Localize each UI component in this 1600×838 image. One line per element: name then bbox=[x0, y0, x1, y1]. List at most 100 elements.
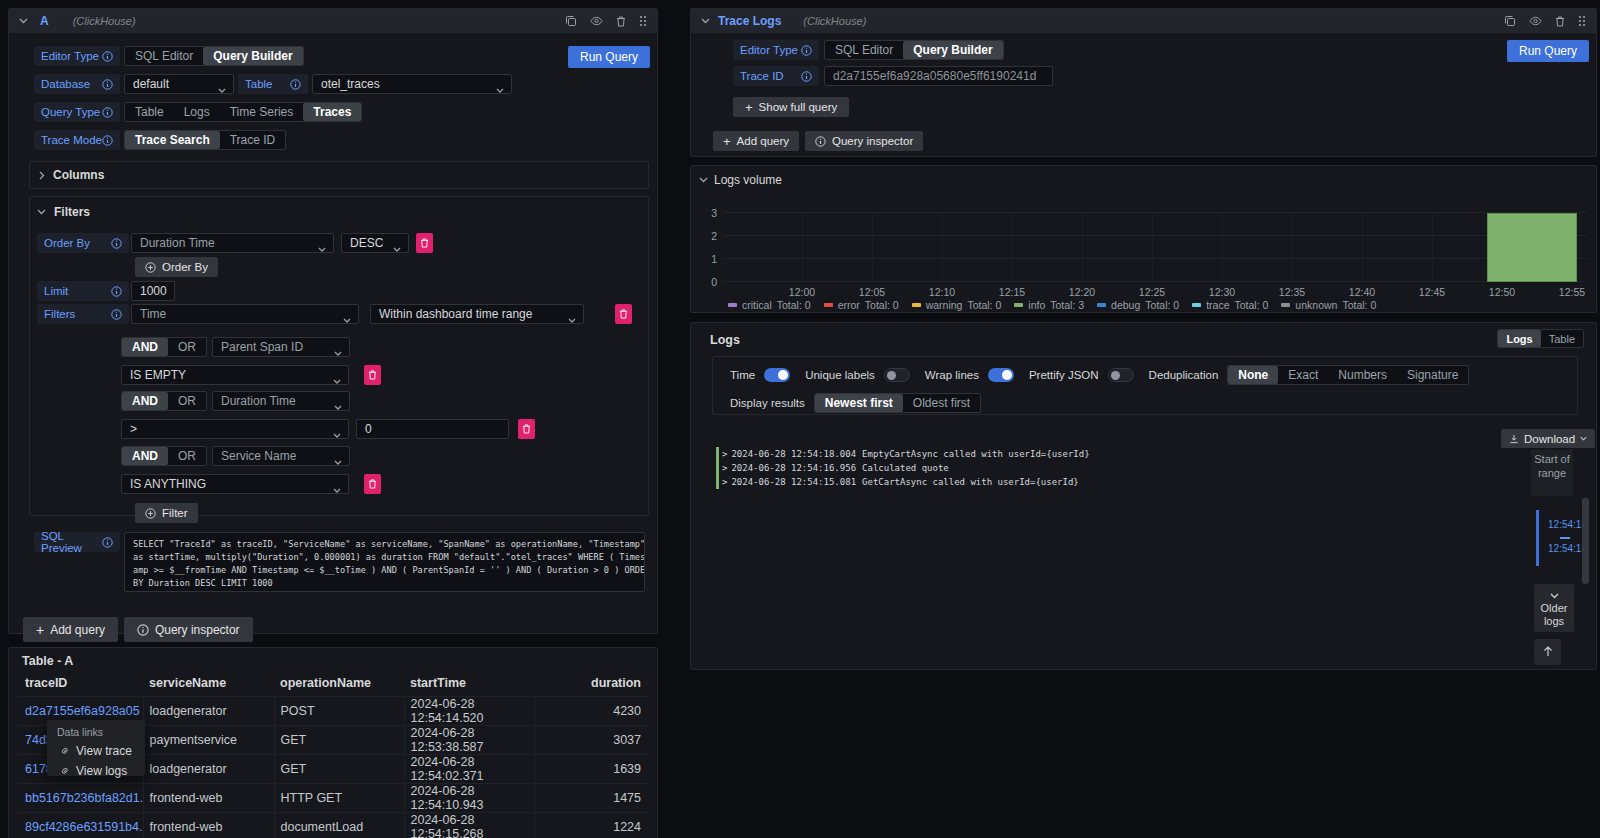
delete-filter-button[interactable] bbox=[615, 304, 632, 324]
log-row[interactable]: >2024-06-28 12:54:18.004EmptyCartAsync c… bbox=[716, 447, 1090, 461]
info-icon[interactable] bbox=[111, 238, 122, 249]
delete-condition-button[interactable] bbox=[518, 419, 535, 439]
delete-order-by-button[interactable] bbox=[416, 233, 433, 253]
delete-condition-button[interactable] bbox=[364, 365, 381, 385]
eye-icon[interactable] bbox=[590, 16, 603, 26]
show-full-query-button[interactable]: +Show full query bbox=[733, 97, 849, 117]
table-panel-title[interactable]: Table - A bbox=[9, 648, 657, 668]
limit-input[interactable]: 1000 bbox=[131, 281, 175, 301]
add-order-by-button[interactable]: Order By bbox=[135, 257, 218, 277]
query-inspector-button[interactable]: Query inspector bbox=[124, 617, 253, 642]
add-query-button[interactable]: +Add query bbox=[713, 131, 799, 151]
sql-editor-option[interactable]: SQL Editor bbox=[125, 47, 203, 65]
trace-link[interactable]: d2a7155ef6a928a05 bbox=[25, 704, 140, 718]
query-type-toggle[interactable]: Table Logs Time Series Traces bbox=[124, 102, 362, 122]
info-icon[interactable] bbox=[102, 51, 113, 62]
trash-icon[interactable] bbox=[616, 16, 626, 27]
query-builder-option[interactable]: Query Builder bbox=[203, 47, 302, 65]
deduplication-toggle[interactable]: None Exact Numbers Signature bbox=[1227, 365, 1469, 385]
legend-label[interactable]: critical bbox=[742, 299, 772, 311]
run-query-button[interactable]: Run Query bbox=[1507, 40, 1589, 62]
drag-handle-icon[interactable] bbox=[639, 15, 647, 27]
query-type-table[interactable]: Table bbox=[125, 103, 174, 121]
unique-labels-toggle[interactable] bbox=[884, 368, 910, 382]
and-option[interactable]: AND bbox=[122, 392, 168, 410]
query-type-logs[interactable]: Logs bbox=[174, 103, 220, 121]
order-by-direction-select[interactable]: DESC bbox=[341, 233, 409, 253]
database-select[interactable]: default bbox=[124, 74, 234, 94]
query-inspector-button[interactable]: Query inspector bbox=[805, 131, 923, 151]
info-icon[interactable] bbox=[290, 79, 301, 90]
query-type-traces[interactable]: Traces bbox=[303, 103, 361, 121]
dedup-none[interactable]: None bbox=[1228, 366, 1278, 384]
condition-field-select[interactable]: Service Name bbox=[212, 446, 350, 466]
add-query-button[interactable]: +Add query bbox=[23, 617, 118, 642]
trace-mode-toggle[interactable]: Trace Search Trace ID bbox=[124, 130, 286, 150]
newest-first-option[interactable]: Newest first bbox=[815, 394, 903, 412]
time-toggle[interactable] bbox=[764, 368, 790, 382]
logs-view-option[interactable]: Logs bbox=[1498, 330, 1540, 347]
legend-label[interactable]: debug bbox=[1111, 299, 1140, 311]
filter-field-select[interactable]: Time bbox=[131, 304, 359, 324]
trash-icon[interactable] bbox=[1555, 16, 1565, 27]
editor-type-toggle[interactable]: SQL Editor Query Builder bbox=[824, 40, 1004, 60]
dedup-exact[interactable]: Exact bbox=[1278, 366, 1328, 384]
copy-icon[interactable] bbox=[565, 15, 577, 27]
bool-toggle[interactable]: AND OR bbox=[121, 391, 207, 411]
and-option[interactable]: AND bbox=[122, 338, 168, 356]
scroll-top-button[interactable] bbox=[1534, 639, 1561, 665]
condition-operator-select[interactable]: IS EMPTY bbox=[121, 365, 349, 385]
expand-chevron[interactable]: > bbox=[722, 463, 727, 473]
run-query-button[interactable]: Run Query bbox=[568, 46, 650, 68]
expand-chevron[interactable]: > bbox=[722, 477, 727, 487]
trace-link[interactable]: bb5167b236bfa82d1... bbox=[25, 791, 143, 805]
legend-label[interactable]: info bbox=[1028, 299, 1045, 311]
condition-field-select[interactable]: Parent Span ID bbox=[212, 337, 350, 357]
legend-label[interactable]: error bbox=[838, 299, 860, 311]
trace-id-input[interactable]: d2a7155ef6a928a05680e5ff6190241d bbox=[824, 66, 1053, 86]
add-filter-button[interactable]: Filter bbox=[135, 503, 198, 523]
scrollbar[interactable] bbox=[1582, 498, 1589, 584]
legend-label[interactable]: warning bbox=[926, 299, 963, 311]
info-icon[interactable] bbox=[102, 537, 113, 548]
or-option[interactable]: OR bbox=[168, 392, 206, 410]
older-logs-button[interactable]: Older logs bbox=[1534, 584, 1574, 632]
eye-icon[interactable] bbox=[1529, 16, 1542, 26]
order-by-field-select[interactable]: Duration Time bbox=[131, 233, 334, 253]
log-row[interactable]: >2024-06-28 12:54:16.956Calculated quote bbox=[716, 461, 1090, 475]
log-row[interactable]: >2024-06-28 12:54:15.081GetCartAsync cal… bbox=[716, 475, 1090, 489]
query-builder-option[interactable]: Query Builder bbox=[903, 41, 1002, 59]
trace-id-option[interactable]: Trace ID bbox=[220, 131, 286, 149]
info-icon[interactable] bbox=[801, 45, 812, 56]
column-header-servicename[interactable]: serviceName bbox=[143, 670, 274, 696]
sql-editor-option[interactable]: SQL Editor bbox=[825, 41, 903, 59]
query-type-timeseries[interactable]: Time Series bbox=[220, 103, 304, 121]
trace-search-option[interactable]: Trace Search bbox=[125, 131, 220, 149]
prettify-json-toggle[interactable] bbox=[1108, 368, 1134, 382]
download-button[interactable]: Download bbox=[1501, 429, 1595, 448]
expand-chevron[interactable]: > bbox=[722, 449, 727, 459]
logs-table-toggle[interactable]: Logs Table bbox=[1497, 329, 1584, 348]
query-row-header[interactable]: Trace Logs (ClickHouse) bbox=[691, 9, 1596, 33]
info-icon[interactable] bbox=[102, 135, 113, 146]
legend-label[interactable]: trace bbox=[1206, 299, 1229, 311]
filters-section-header[interactable]: Filters bbox=[37, 203, 641, 221]
bool-toggle[interactable]: AND OR bbox=[121, 337, 207, 357]
or-option[interactable]: OR bbox=[168, 447, 206, 465]
menu-item-view-trace[interactable]: View trace bbox=[47, 741, 145, 761]
info-icon[interactable] bbox=[111, 309, 122, 320]
copy-icon[interactable] bbox=[1504, 15, 1516, 27]
condition-value-input[interactable]: 0 bbox=[356, 419, 509, 439]
log-range-bar[interactable] bbox=[1536, 510, 1539, 566]
oldest-first-option[interactable]: Oldest first bbox=[903, 394, 980, 412]
drag-handle-icon[interactable] bbox=[1578, 15, 1586, 27]
delete-condition-button[interactable] bbox=[364, 474, 381, 494]
table-view-option[interactable]: Table bbox=[1541, 330, 1583, 347]
column-header-starttime[interactable]: startTime bbox=[404, 670, 534, 696]
column-header-duration[interactable]: duration bbox=[534, 670, 649, 696]
dedup-signature[interactable]: Signature bbox=[1397, 366, 1468, 384]
table-select[interactable]: otel_traces bbox=[312, 74, 512, 94]
info-icon[interactable] bbox=[102, 107, 113, 118]
bar-info[interactable] bbox=[1487, 213, 1577, 282]
filter-value-select[interactable]: Within dashboard time range bbox=[370, 304, 584, 324]
